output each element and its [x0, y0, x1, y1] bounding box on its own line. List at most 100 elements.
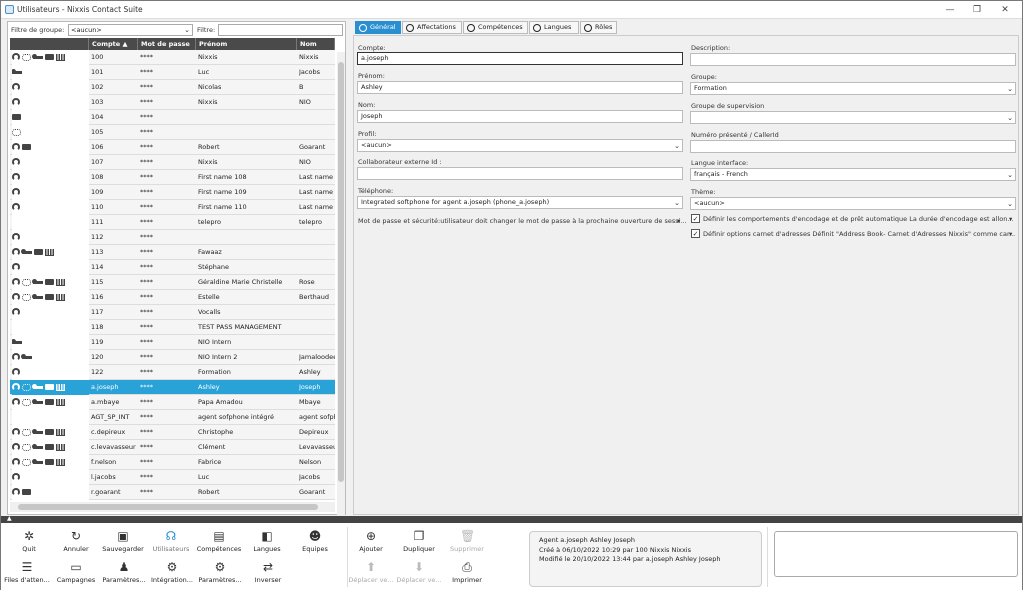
chevron-up-icon[interactable]: ▲ [7, 515, 12, 522]
vertical-scrollbar[interactable] [337, 52, 345, 518]
phone-select[interactable]: Integrated softphone for agent a.joseph … [357, 196, 683, 209]
table-row[interactable]: 100 **** Nixxis Nixxis [10, 50, 335, 65]
table-row[interactable]: 119 **** NIO Intern [10, 335, 335, 350]
card-icon [34, 249, 43, 255]
table-row[interactable]: 113 **** Fawaaz [10, 245, 335, 260]
table-row[interactable]: 108 **** First name 108 Last name [10, 170, 335, 185]
table-row[interactable]: a.joseph **** Ashley Joseph [10, 380, 335, 395]
description-input[interactable] [690, 53, 1016, 66]
table-row[interactable]: l.jacobs **** Luc Jacobs [10, 470, 335, 485]
table-row[interactable]: a.mbaye **** Papa Amadou Mbaye [10, 395, 335, 410]
duplicate-button[interactable]: ❐ Dupliquer [395, 529, 443, 553]
table-row[interactable]: 115 **** Géraldine Marie Christelle Rose [10, 275, 335, 290]
move-up-button[interactable]: ⬆ Déplacer ve... [347, 560, 395, 584]
encoding-behavior-checkbox[interactable]: ✓ [691, 214, 700, 223]
table-row[interactable]: 110 **** First name 110 Last name [10, 200, 335, 215]
quit-button[interactable]: ✲ Quit [5, 529, 53, 553]
teams-button[interactable]: ☻ Equipes [291, 529, 339, 553]
table-row[interactable]: r.goarant **** Robert Goarant [10, 485, 335, 500]
password-security-link[interactable]: Mot de passe et sécurité:utilisateur doi… [358, 217, 687, 225]
table-row[interactable]: 101 **** Luc Jacobs [10, 65, 335, 80]
quit-icon: ✲ [23, 529, 35, 543]
table-row[interactable]: 111 **** telepro telepro [10, 215, 335, 230]
table-row[interactable]: 116 **** Estelle Berthaud [10, 290, 335, 305]
group-filter-select[interactable]: <aucun> ⌄ [68, 24, 193, 36]
move-down-button[interactable]: ⬇ Déplacer ve... [395, 560, 443, 584]
row-icons [12, 350, 89, 365]
table-row[interactable]: 107 **** Nixxis NIO [10, 155, 335, 170]
save-button[interactable]: ▣ Sauvegarder [99, 529, 147, 553]
profile-select[interactable]: <aucun> ⌄ [357, 139, 683, 152]
column-header-lastname[interactable]: Nom [297, 38, 335, 50]
address-book-checkbox[interactable]: ✓ [691, 229, 700, 238]
splitter-bar[interactable]: ▲ [1, 515, 1022, 523]
table-row[interactable]: 114 **** Stéphane [10, 260, 335, 275]
row-icons [12, 140, 89, 155]
supervision-group-select[interactable]: ⌄ [690, 111, 1016, 124]
callerid-input[interactable] [690, 140, 1016, 153]
table-row[interactable]: c.depireux **** Christophe Depireux [10, 425, 335, 440]
headset-icon [12, 233, 20, 241]
table-row[interactable]: 122 **** Formation Ashley [10, 365, 335, 380]
scrollbar-thumb[interactable] [338, 62, 344, 482]
tab-affectations[interactable]: Affectations [402, 21, 462, 34]
tab-competences[interactable]: Compétences [463, 21, 528, 34]
table-row[interactable]: 104 **** [10, 110, 335, 125]
tab-langues[interactable]: Langues [529, 21, 579, 34]
cancel-button[interactable]: ↻ Annuler [52, 529, 100, 553]
table-row[interactable]: 112 **** [10, 230, 335, 245]
lastname-input[interactable]: Joseph [357, 110, 683, 123]
delete-button[interactable]: 🗑 Supprimer [443, 529, 491, 553]
table-row[interactable]: c.levavasseur **** Clément Levavasseur [10, 440, 335, 455]
users-button[interactable]: ☊ Utilisateurs [147, 529, 195, 553]
integration-button[interactable]: ⚙ Intégration... [148, 560, 196, 584]
filter-input[interactable] [218, 24, 343, 36]
horizontal-scrollbar[interactable] [10, 502, 335, 512]
add-button[interactable]: ⊕ Ajouter [347, 529, 395, 553]
table-row[interactable]: 118 **** TEST PASS MANAGEMENT [10, 320, 335, 335]
encoding-behavior-label[interactable]: Définir les comportements d'encodage et … [703, 215, 1014, 223]
table-row[interactable]: 109 **** First name 109 Last name [10, 185, 335, 200]
chevron-down-icon[interactable]: ▾ [1009, 215, 1012, 223]
theme-select[interactable]: <aucun> ⌄ [690, 197, 1016, 210]
campaigns-button[interactable]: ▭ Campagnes [52, 560, 100, 584]
print-button[interactable]: ⎙ Imprimer [443, 560, 491, 584]
password-cell: **** [140, 83, 153, 91]
row-icons [12, 50, 89, 65]
table-row[interactable]: 105 **** [10, 125, 335, 140]
queues-button[interactable]: ☰ Files d'atten... [3, 560, 51, 584]
tab-label: Rôles [595, 23, 613, 31]
scrollbar-thumb[interactable] [18, 504, 318, 510]
table-row[interactable]: AGT_SP_INT **** agent sofphone intégré agen… [10, 410, 335, 425]
table-row[interactable]: 117 **** Vocalls [10, 305, 335, 320]
account-input[interactable]: a.joseph [357, 52, 683, 65]
interface-language-select[interactable]: français - French ⌄ [690, 168, 1016, 181]
chevron-down-icon[interactable]: ▾ [1009, 230, 1012, 238]
column-header-password[interactable]: Mot de passe [138, 38, 196, 50]
address-book-label[interactable]: Définir options carnet d'adresses Défini… [703, 230, 1015, 238]
table-row[interactable]: f.nelson **** Fabrice Nelson [10, 455, 335, 470]
table-row[interactable]: 120 **** NIO Intern 2 Jamaloodeen [10, 350, 335, 365]
tab-general[interactable]: Général [355, 21, 401, 34]
external-id-input[interactable] [357, 167, 683, 180]
table-row[interactable]: 106 **** Robert Goarant [10, 140, 335, 155]
minimize-button[interactable]: — [944, 4, 956, 16]
settings-button-1[interactable]: ♟ Paramètres... [100, 560, 148, 584]
invert-button[interactable]: ⇄ Inverser [244, 560, 292, 584]
group-select[interactable]: Formation ⌄ [690, 82, 1016, 95]
restore-button[interactable]: ❐ [971, 4, 983, 16]
column-header-account[interactable]: Compte ▲ [89, 38, 138, 50]
close-button[interactable]: ✕ [999, 4, 1011, 16]
competences-button[interactable]: ▤ Compétences [195, 529, 243, 553]
settings-button-2[interactable]: ⚙ Paramètres... [196, 560, 244, 584]
table-row[interactable]: 103 **** Nixxis NIO [10, 95, 335, 110]
table-row[interactable]: 102 **** Nicolas B [10, 80, 335, 95]
row-icons [12, 380, 89, 395]
notes-area[interactable] [774, 531, 1018, 577]
password-cell: **** [140, 98, 153, 106]
firstname-input[interactable]: Ashley [357, 81, 683, 94]
column-header-firstname[interactable]: Prénom [196, 38, 297, 50]
chevron-down-icon[interactable]: ▾ [677, 217, 680, 225]
languages-button[interactable]: ◧ Langues [243, 529, 291, 553]
tab-roles[interactable]: Rôles [580, 21, 617, 34]
